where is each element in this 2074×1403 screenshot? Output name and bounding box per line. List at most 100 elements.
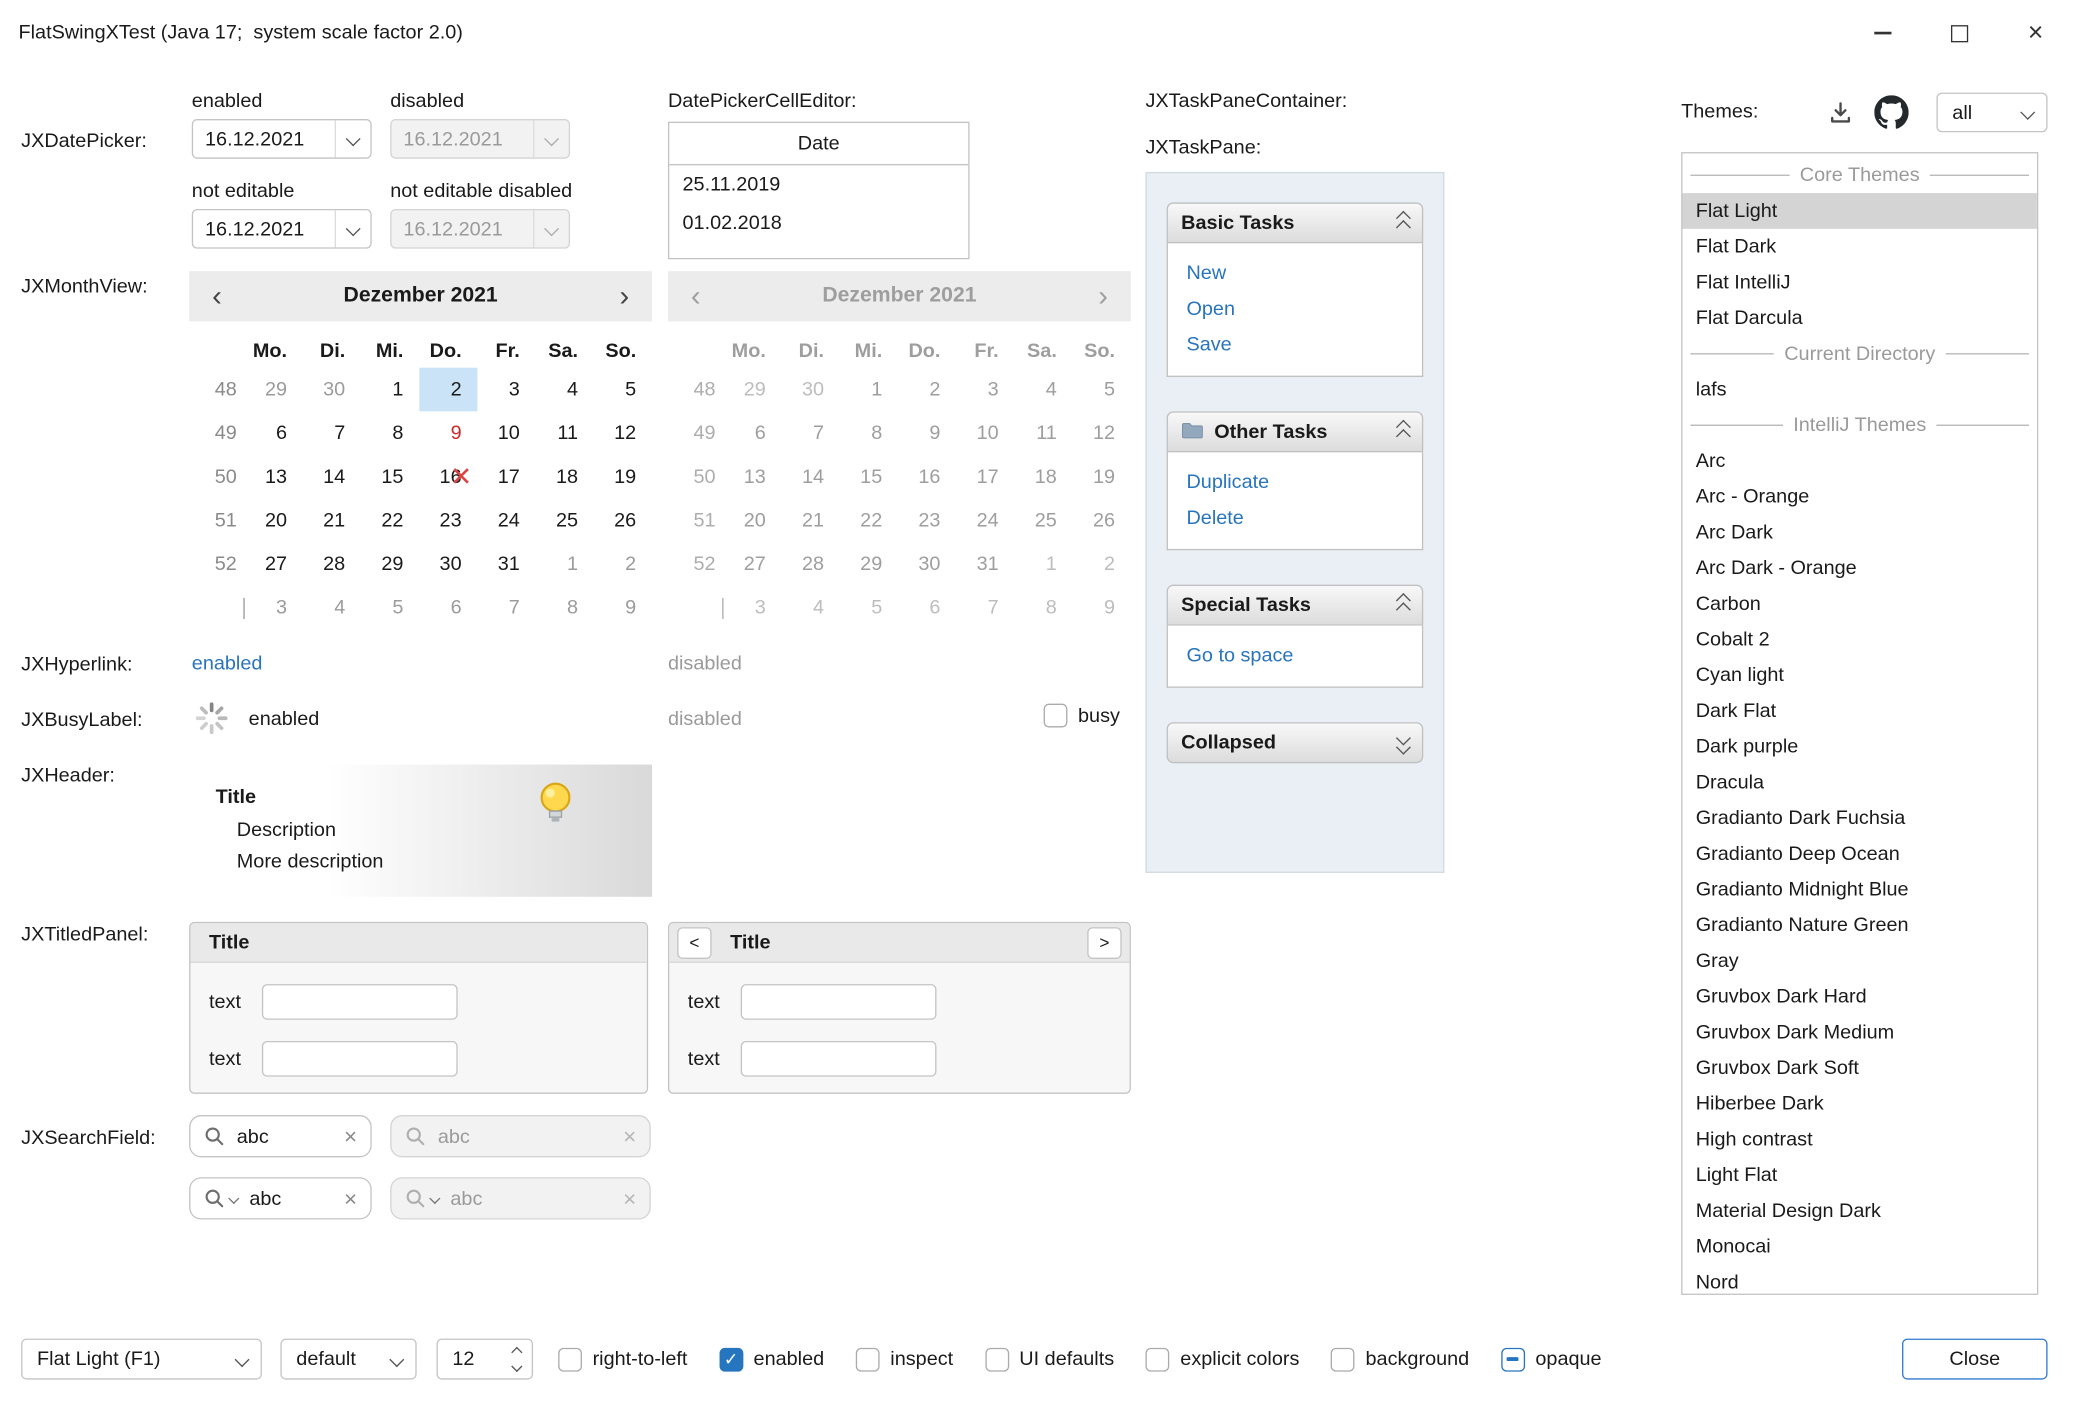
panel-next-button[interactable]: >	[1087, 927, 1121, 959]
checkbox-box[interactable]	[985, 1347, 1009, 1371]
maximize-button[interactable]	[1921, 0, 1998, 66]
search-value[interactable]: abc	[249, 1187, 336, 1209]
search-field-with-menu[interactable]: abc ×	[189, 1177, 372, 1219]
taskpane-titlebar[interactable]: Basic Tasks	[1167, 202, 1424, 243]
task-link[interactable]: Delete	[1186, 507, 1403, 531]
calendar-day[interactable]: 9	[594, 586, 652, 630]
text-field[interactable]	[262, 1041, 458, 1077]
collapse-icon[interactable]	[1398, 595, 1409, 615]
task-link[interactable]: Duplicate	[1186, 471, 1403, 495]
theme-item[interactable]: Flat Darcula	[1682, 300, 2036, 336]
text-field[interactable]	[741, 1041, 937, 1077]
minimize-button[interactable]	[1844, 0, 1921, 66]
theme-item[interactable]: Arc Dark	[1682, 515, 2036, 551]
checkbox-background[interactable]: background	[1331, 1347, 1469, 1371]
calendar-day[interactable]: 13	[245, 455, 303, 499]
calendar-day[interactable]: 10	[477, 411, 535, 455]
theme-item[interactable]: Flat IntelliJ	[1682, 265, 2036, 301]
checkbox-box[interactable]	[1146, 1347, 1170, 1371]
collapse-icon[interactable]	[1398, 422, 1409, 442]
theme-item[interactable]: Gray	[1682, 943, 2036, 979]
theme-list[interactable]: Core ThemesFlat LightFlat DarkFlat Intel…	[1681, 152, 2038, 1295]
theme-item[interactable]: Material Design Dark	[1682, 1193, 2036, 1229]
theme-item[interactable]: Cyan light	[1682, 657, 2036, 693]
checkbox-box[interactable]	[1331, 1347, 1355, 1371]
taskpane-titlebar[interactable]: Special Tasks	[1167, 585, 1424, 626]
calendar-day[interactable]: 26	[594, 499, 652, 543]
calendar-day[interactable]: 3	[245, 586, 303, 630]
theme-item[interactable]: Gradianto Midnight Blue	[1682, 872, 2036, 908]
datepicker-dropdown-button[interactable]	[335, 210, 371, 247]
calendar-day[interactable]: 29	[245, 368, 303, 412]
calendar-day[interactable]: 7	[303, 411, 361, 455]
clear-icon[interactable]: ×	[344, 1187, 357, 1209]
calendar-day[interactable]: 5	[361, 586, 419, 630]
checkbox-box[interactable]	[1044, 704, 1068, 728]
theme-item[interactable]: Hiberbee Dark	[1682, 1086, 2036, 1122]
window-close-button[interactable]: ×	[1997, 0, 2074, 66]
calendar-day[interactable]: 3	[477, 368, 535, 412]
checkbox-box[interactable]: ✓	[719, 1347, 743, 1371]
spinner-buttons[interactable]	[513, 1349, 520, 1369]
checkbox-ui-defaults[interactable]: UI defaults	[985, 1347, 1114, 1371]
datepicker-value[interactable]: 16.12.2021	[193, 128, 335, 150]
calendar-day[interactable]: 7	[477, 586, 535, 630]
calendar-day[interactable]: 31	[477, 542, 535, 586]
next-month-button[interactable]: ›	[597, 271, 653, 321]
theme-item[interactable]: Dracula	[1682, 765, 2036, 801]
panel-prev-button[interactable]: <	[677, 927, 711, 959]
calendar-day[interactable]: 25	[536, 499, 594, 543]
search-value[interactable]: abc	[237, 1125, 336, 1147]
calendar-day[interactable]: 16	[419, 455, 477, 499]
theme-item[interactable]: Gradianto Nature Green	[1682, 907, 2036, 943]
spinner-value[interactable]: 12	[438, 1348, 513, 1370]
task-link[interactable]: Save	[1186, 333, 1403, 357]
taskpane-titlebar[interactable]: Collapsed	[1167, 722, 1424, 763]
titlebar[interactable]: FlatSwingXTest (Java 17; system scale fa…	[0, 0, 2074, 66]
calendar-day[interactable]: 19	[594, 455, 652, 499]
datepicker-dropdown-button[interactable]	[335, 120, 371, 157]
theme-item[interactable]: Flat Light	[1682, 193, 2036, 229]
date-table[interactable]: Date 25.11.2019 01.02.2018	[668, 122, 970, 260]
calendar-day[interactable]: 1	[536, 542, 594, 586]
calendar-day[interactable]: 2	[419, 368, 477, 412]
calendar-day[interactable]: 12	[594, 411, 652, 455]
checkbox-box[interactable]	[856, 1347, 880, 1371]
calendar-day[interactable]: 28	[303, 542, 361, 586]
checkbox-busy[interactable]: busy	[1044, 704, 1120, 728]
task-link[interactable]: Go to space	[1186, 644, 1403, 668]
theme-item[interactable]: Gradianto Deep Ocean	[1682, 836, 2036, 872]
calendar-day[interactable]: 8	[361, 411, 419, 455]
calendar-day[interactable]: 9	[419, 411, 477, 455]
calendar-day[interactable]: 21	[303, 499, 361, 543]
hyperlink-enabled[interactable]: enabled	[192, 652, 263, 674]
theme-item[interactable]: Cobalt 2	[1682, 622, 2036, 658]
clear-icon[interactable]: ×	[344, 1125, 357, 1147]
calendar-day[interactable]: 27	[245, 542, 303, 586]
collapse-icon[interactable]	[1398, 213, 1409, 233]
search-menu-chevron-icon[interactable]	[229, 1193, 239, 1203]
checkbox-enabled[interactable]: ✓enabled	[719, 1347, 824, 1371]
calendar-day[interactable]: 30	[303, 368, 361, 412]
calendar-day[interactable]: 29	[361, 542, 419, 586]
calendar-day[interactable]: 6	[245, 411, 303, 455]
theme-item[interactable]: Gruvbox Dark Hard	[1682, 979, 2036, 1015]
table-row[interactable]: 01.02.2018	[669, 204, 968, 242]
checkbox-box[interactable]	[1501, 1347, 1525, 1371]
monthview-enabled[interactable]: ‹ Dezember 2021 › Mo.Di.Mi.Do.Fr.Sa.So.4…	[189, 271, 652, 629]
checkbox-box[interactable]	[558, 1347, 582, 1371]
expand-icon[interactable]	[1398, 733, 1409, 753]
theme-item[interactable]: Gradianto Dark Fuchsia	[1682, 800, 2036, 836]
theme-item[interactable]: lafs	[1682, 372, 2036, 408]
calendar-day[interactable]: 6	[419, 586, 477, 630]
text-field[interactable]	[741, 984, 937, 1020]
prev-month-button[interactable]: ‹	[189, 271, 245, 321]
font-family-combo[interactable]: default	[280, 1339, 416, 1380]
checkbox-explicit-colors[interactable]: explicit colors	[1146, 1347, 1299, 1371]
task-link[interactable]: New	[1186, 262, 1403, 286]
theme-item[interactable]: Gruvbox Dark Medium	[1682, 1015, 2036, 1051]
calendar-day[interactable]: 1	[361, 368, 419, 412]
calendar-day[interactable]: 4	[303, 586, 361, 630]
calendar-day[interactable]: 30	[419, 542, 477, 586]
theme-item[interactable]: Nord	[1682, 1265, 2036, 1295]
